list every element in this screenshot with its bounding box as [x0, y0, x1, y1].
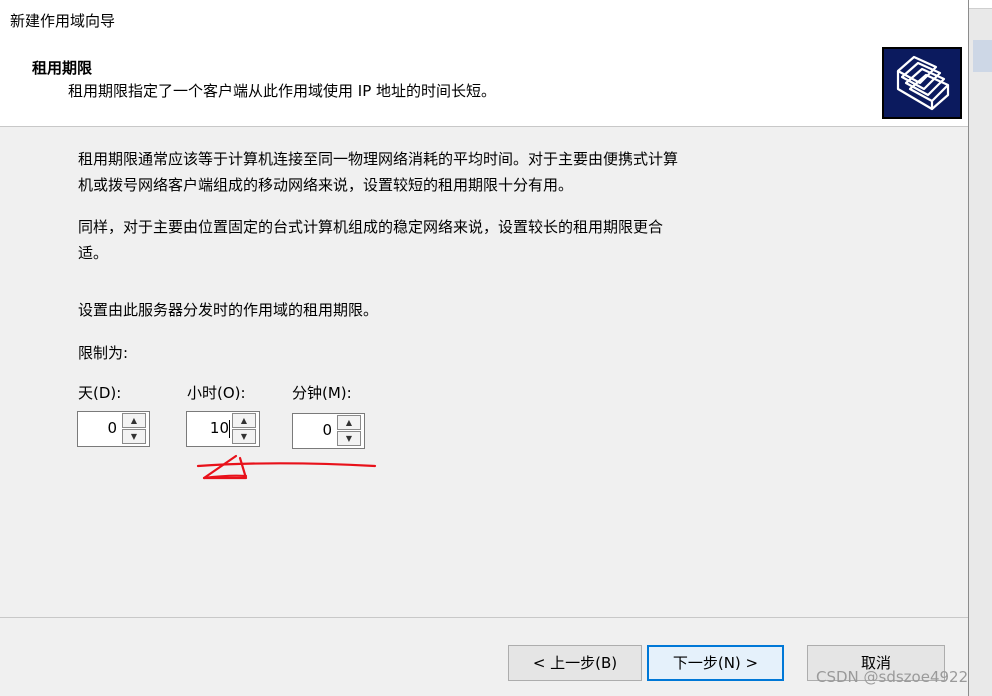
hours-down-button[interactable]: ▼ [232, 429, 256, 444]
wizard-folders-icon [882, 47, 962, 119]
days-label: 天(D): [78, 384, 122, 402]
days-value[interactable]: 0 [107, 419, 117, 437]
watermark: CSDN @sdszoe4922 [816, 668, 969, 686]
header-subtitle: 租用期限指定了一个客户端从此作用域使用 IP 地址的时间长短。 [68, 82, 497, 100]
back-button[interactable]: < 上一步(B) [508, 645, 642, 681]
hours-value[interactable]: 10 [210, 419, 229, 437]
lease-description-2: 同样，对于主要由位置固定的台式计算机组成的稳定网络来说，设置较长的租用期限更合 … [78, 218, 664, 262]
limit-label: 限制为: [78, 344, 129, 362]
lease-description-1: 租用期限通常应该等于计算机连接至同一物理网络消耗的平均时间。对于主要由便携式计算… [78, 150, 679, 194]
lease-instruction: 设置由此服务器分发时的作用域的租用期限。 [78, 301, 379, 319]
minutes-up-button[interactable]: ▲ [337, 415, 361, 430]
minutes-value[interactable]: 0 [322, 421, 332, 439]
wizard-header: 租用期限 租用期限指定了一个客户端从此作用域使用 IP 地址的时间长短。 [0, 40, 968, 127]
window-title: 新建作用域向导 [10, 12, 116, 30]
next-button[interactable]: 下一步(N) > [647, 645, 784, 681]
footer-separator [0, 617, 968, 618]
title-bar: 新建作用域向导 [0, 0, 968, 40]
days-up-button[interactable]: ▲ [122, 413, 146, 428]
text-caret [229, 420, 230, 438]
minutes-label: 分钟(M): [292, 384, 352, 402]
hours-label: 小时(O): [187, 384, 246, 402]
background-window-edge [968, 0, 992, 696]
days-down-button[interactable]: ▼ [122, 429, 146, 444]
header-title: 租用期限 [32, 59, 93, 77]
days-spinner[interactable]: 0 ▲ ▼ [77, 411, 150, 447]
minutes-down-button[interactable]: ▼ [337, 431, 361, 446]
hours-spinner[interactable]: 10 ▲ ▼ [186, 411, 260, 447]
minutes-spinner[interactable]: 0 ▲ ▼ [292, 413, 365, 449]
hours-up-button[interactable]: ▲ [232, 413, 256, 428]
